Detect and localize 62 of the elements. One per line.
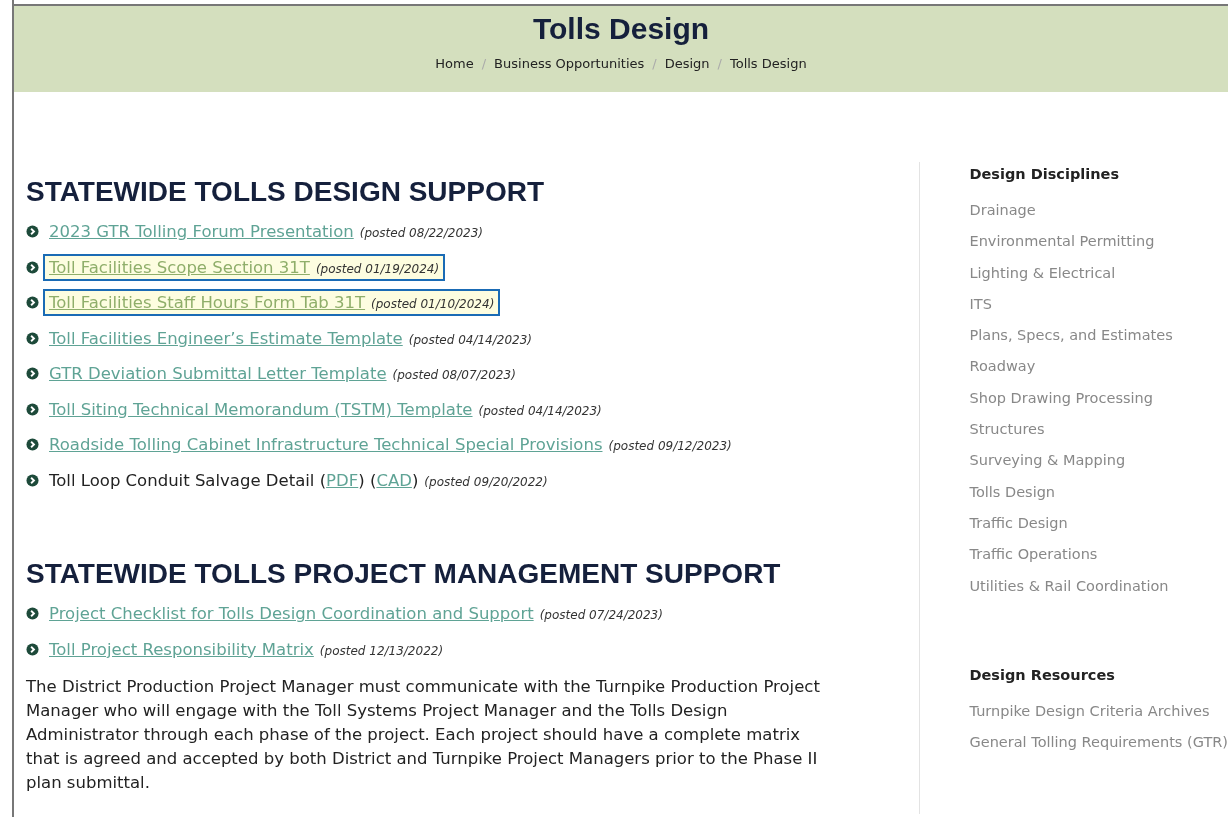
posted-date: (posted 08/22/2023) (359, 226, 483, 241)
chevron-bullet-icon (26, 260, 39, 274)
section-heading: STATEWIDE TOLLS PROJECT MANAGEMENT SUPPORT (26, 558, 782, 590)
posted-date: (posted 04/14/2023) (478, 403, 602, 418)
sidebar-heading: Design Disciplines (969, 166, 1121, 182)
document-link[interactable]: Toll Siting Technical Memorandum (TSTM) Template (49, 399, 473, 419)
posted-date: (posted 01/19/2024) (315, 261, 440, 276)
sidebar-link[interactable]: Roadway (969, 358, 1228, 390)
document-link[interactable]: Roadside Tolling Cabinet Infrastructure Technical Special Provisions (49, 435, 603, 455)
chevron-bullet-icon (26, 473, 39, 487)
page-title: Tolls Design (532, 12, 710, 46)
description-paragraph: The District Production Project Manager must communicate with the Turnpike Production Project Manager who will engage with the Toll Systems Project Manager and the Tolls Design Administrator through each phase of the project. Each project should have a complete matrix that is agreed and accepted by both District and Turnpike Project Managers prior to the Phase II plan submittal. (26, 676, 821, 794)
posted-date: (posted 08/07/2023) (392, 368, 516, 383)
document-link[interactable]: Toll Facilities Engineer’s Estimate Template (49, 328, 403, 348)
posted-date: (posted 09/20/2022) (424, 474, 548, 489)
sidebar-heading: Design Resources (969, 666, 1116, 683)
document-link[interactable]: 2023 GTR Tolling Forum Presentation (49, 222, 354, 242)
document-link[interactable]: Project Checklist for Tolls Design Coordination and Support (49, 604, 534, 624)
sidebar-link[interactable]: Structures (969, 421, 1228, 453)
chevron-bullet-icon (26, 296, 39, 310)
document-link[interactable]: Toll Facilities Scope Section 31T (49, 257, 310, 277)
sidebar-link[interactable]: Utilities & Rail Coordination (969, 577, 1228, 609)
posted-date: (posted 07/24/2023) (539, 608, 663, 623)
posted-date: (posted 09/12/2023) (608, 439, 732, 454)
section-heading: STATEWIDE TOLLS DESIGN SUPPORT (26, 176, 546, 208)
breadcrumb-separator: / (481, 56, 487, 71)
sidebar-link[interactable]: Lighting & Electrical (969, 264, 1228, 296)
breadcrumb-separator: / (652, 56, 657, 71)
document-link[interactable]: Toll Facilities Staff Hours Form Tab 31T (49, 293, 366, 313)
document-link[interactable]: PDF (326, 470, 359, 490)
sidebar-link[interactable]: Traffic Operations (969, 546, 1228, 578)
entry-text: ) (411, 470, 419, 490)
sidebar-link[interactable]: General Tolling Requirements (GTR) (969, 734, 1228, 766)
entry-text: ) ( (358, 470, 377, 490)
chevron-bullet-icon (26, 367, 39, 381)
chevron-bullet-icon (26, 438, 39, 452)
posted-date: (posted 01/10/2024) (371, 297, 495, 312)
sidebar-link[interactable]: Surveying & Mapping (969, 452, 1228, 484)
chevron-bullet-icon (26, 642, 39, 656)
posted-date: (posted 04/14/2023) (408, 332, 532, 347)
sidebar-link[interactable]: ITS (969, 295, 1228, 328)
breadcrumb-separator: / (717, 56, 722, 71)
document-link[interactable]: CAD (376, 470, 412, 490)
breadcrumb-link[interactable]: Home (435, 56, 474, 71)
document-link[interactable]: Toll Project Responsibility Matrix (49, 639, 314, 659)
breadcrumb-link[interactable]: Tolls Design (729, 56, 807, 71)
chevron-bullet-icon (26, 402, 39, 416)
chevron-bullet-icon (26, 331, 39, 345)
sidebar-link[interactable]: Plans, Specs, and Estimates (969, 327, 1228, 359)
posted-date: (posted 12/13/2022) (319, 643, 444, 658)
sidebar-link[interactable]: Turnpike Design Criteria Archives (969, 702, 1228, 735)
chevron-bullet-icon (26, 225, 39, 239)
sidebar-link[interactable]: Environmental Permitting (969, 233, 1228, 265)
sidebar-link[interactable]: Traffic Design (969, 514, 1228, 547)
sidebar-link[interactable]: Tolls Design (969, 483, 1228, 515)
breadcrumb-link[interactable]: Business Opportunities (494, 56, 645, 71)
chevron-bullet-icon (26, 607, 39, 621)
entry-text: Toll Loop Conduit Salvage Detail ( (49, 470, 327, 490)
document-link[interactable]: GTR Deviation Submittal Letter Template (49, 364, 387, 384)
sidebar-link[interactable]: Drainage (969, 202, 1228, 234)
sidebar-link[interactable]: Shop Drawing Processing (969, 389, 1228, 422)
breadcrumb-link[interactable]: Design (664, 56, 710, 71)
